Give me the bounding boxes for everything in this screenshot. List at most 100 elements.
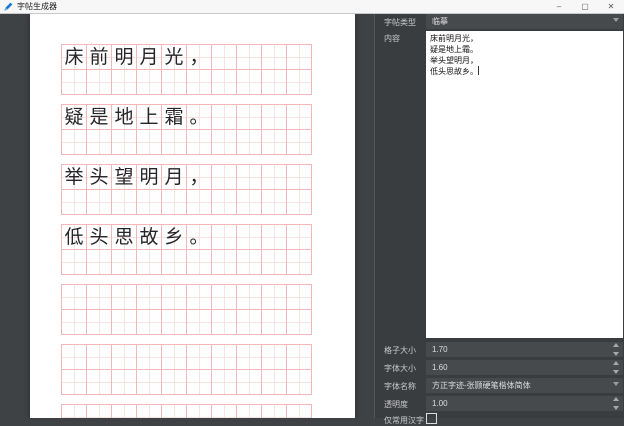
grid-cell — [86, 369, 112, 395]
grid-cell — [186, 129, 212, 155]
content-textarea[interactable]: 床前明月光， 疑是地上霜。 举头望明月， 低头思故乡。 — [426, 31, 623, 338]
grid-cell — [286, 404, 312, 418]
grid-row-pair: 低头思故乡。 — [61, 224, 312, 275]
grid-cell — [236, 69, 262, 95]
common-only-checkbox[interactable] — [426, 413, 437, 424]
type-select[interactable]: 临摹 — [426, 14, 623, 29]
text-caret — [478, 66, 479, 75]
grid-cell — [86, 249, 112, 275]
grid-cell — [236, 129, 262, 155]
grid-cell — [261, 344, 287, 370]
grid-cell — [61, 189, 87, 215]
grid-cell — [111, 249, 137, 275]
grid-cell — [211, 344, 237, 370]
grid-cell — [111, 309, 137, 335]
grid-cell — [261, 284, 287, 310]
grid-cell: 低 — [61, 224, 87, 250]
grid-cell — [61, 284, 87, 310]
title-bar[interactable]: 字帖生成器 – ▢ ✕ — [0, 0, 624, 14]
text-row: 疑是地上霜。 — [61, 104, 312, 130]
font-size-label: 字体大小 — [384, 363, 416, 374]
spin-down-icon[interactable] — [613, 370, 619, 374]
grid-cell — [61, 129, 87, 155]
grid-cell — [236, 369, 262, 395]
close-button[interactable]: ✕ — [598, 0, 624, 14]
spinner-buttons — [611, 397, 621, 410]
grid-cell — [286, 189, 312, 215]
grid-cell — [111, 69, 137, 95]
grid-cell — [86, 129, 112, 155]
grid-cell — [136, 189, 162, 215]
grid-cell — [261, 189, 287, 215]
grid-cell — [136, 129, 162, 155]
grid-size-spinbox[interactable]: 1.70 — [426, 342, 623, 357]
grid-cell — [111, 284, 137, 310]
spin-up-icon[interactable] — [613, 397, 619, 401]
spin-down-icon[interactable] — [613, 352, 619, 356]
grid-cell — [136, 309, 162, 335]
grid-cell — [236, 189, 262, 215]
copybook-page: 床前明月光， 疑是地上霜。举头望明月， 低头思故乡。 — [30, 14, 355, 418]
grid-cell — [86, 189, 112, 215]
text-row — [61, 344, 312, 370]
grid-cell — [86, 404, 112, 418]
grid-cell — [211, 284, 237, 310]
grid-cell — [236, 224, 262, 250]
grid-cell: 疑 — [61, 104, 87, 130]
grid-cell — [86, 69, 112, 95]
grid-cell — [236, 164, 262, 190]
grid-cell — [236, 249, 262, 275]
spinner-buttons — [611, 361, 621, 374]
grid-cell — [286, 44, 312, 70]
grid-cell: 床 — [61, 44, 87, 70]
spin-up-icon[interactable] — [613, 343, 619, 347]
minimize-button[interactable]: – — [546, 0, 572, 14]
grid-cell — [86, 309, 112, 335]
grid-cell — [261, 129, 287, 155]
maximize-button[interactable]: ▢ — [572, 0, 598, 14]
pen-icon — [3, 2, 13, 12]
practice-row — [61, 309, 312, 335]
spin-up-icon[interactable] — [613, 361, 619, 365]
grid-cell — [86, 284, 112, 310]
text-row — [61, 284, 312, 310]
grid-cell — [261, 369, 287, 395]
grid-cell — [286, 129, 312, 155]
grid-cell — [111, 404, 137, 418]
grid-cell — [286, 224, 312, 250]
text-row — [61, 404, 312, 418]
spinner-buttons — [611, 343, 621, 356]
grid-row-pair: 举头望明月， — [61, 164, 312, 215]
grid-cell — [236, 104, 262, 130]
grid-cell — [261, 104, 287, 130]
font-size-spinbox[interactable]: 1.60 — [426, 360, 623, 375]
grid-cell — [61, 369, 87, 395]
font-name-select[interactable]: 方正字迹-张颢硬笔楷体简体 — [426, 378, 623, 393]
grid-cell — [236, 309, 262, 335]
grid-cell — [211, 309, 237, 335]
grid-cell: 明 — [136, 164, 162, 190]
grid-cell — [61, 69, 87, 95]
opacity-spinbox[interactable]: 1.00 — [426, 396, 623, 411]
opacity-label: 透明度 — [384, 399, 408, 410]
content-label: 内容 — [384, 33, 400, 44]
grid-cell: 上 — [136, 104, 162, 130]
grid-cell — [261, 164, 287, 190]
chevron-down-icon — [613, 18, 619, 22]
grid-cell — [61, 249, 87, 275]
spin-down-icon[interactable] — [613, 406, 619, 410]
grid-cell — [61, 404, 87, 418]
grid-cell: 地 — [111, 104, 137, 130]
font-name-label: 字体名称 — [384, 381, 416, 392]
grid-cell — [236, 404, 262, 418]
grid-cell: 思 — [111, 224, 137, 250]
grid-cell — [286, 249, 312, 275]
chevron-down-icon — [613, 382, 619, 386]
grid-row-pair: 疑是地上霜。 — [61, 104, 312, 155]
grid-cell — [186, 369, 212, 395]
grid-cell — [261, 404, 287, 418]
content-text: 床前明月光， 疑是地上霜。 举头望明月， 低头思故乡。 — [430, 34, 478, 76]
grid-cell — [186, 309, 212, 335]
grid-cell — [261, 249, 287, 275]
grid-row-pair: 床前明月光， — [61, 44, 312, 95]
